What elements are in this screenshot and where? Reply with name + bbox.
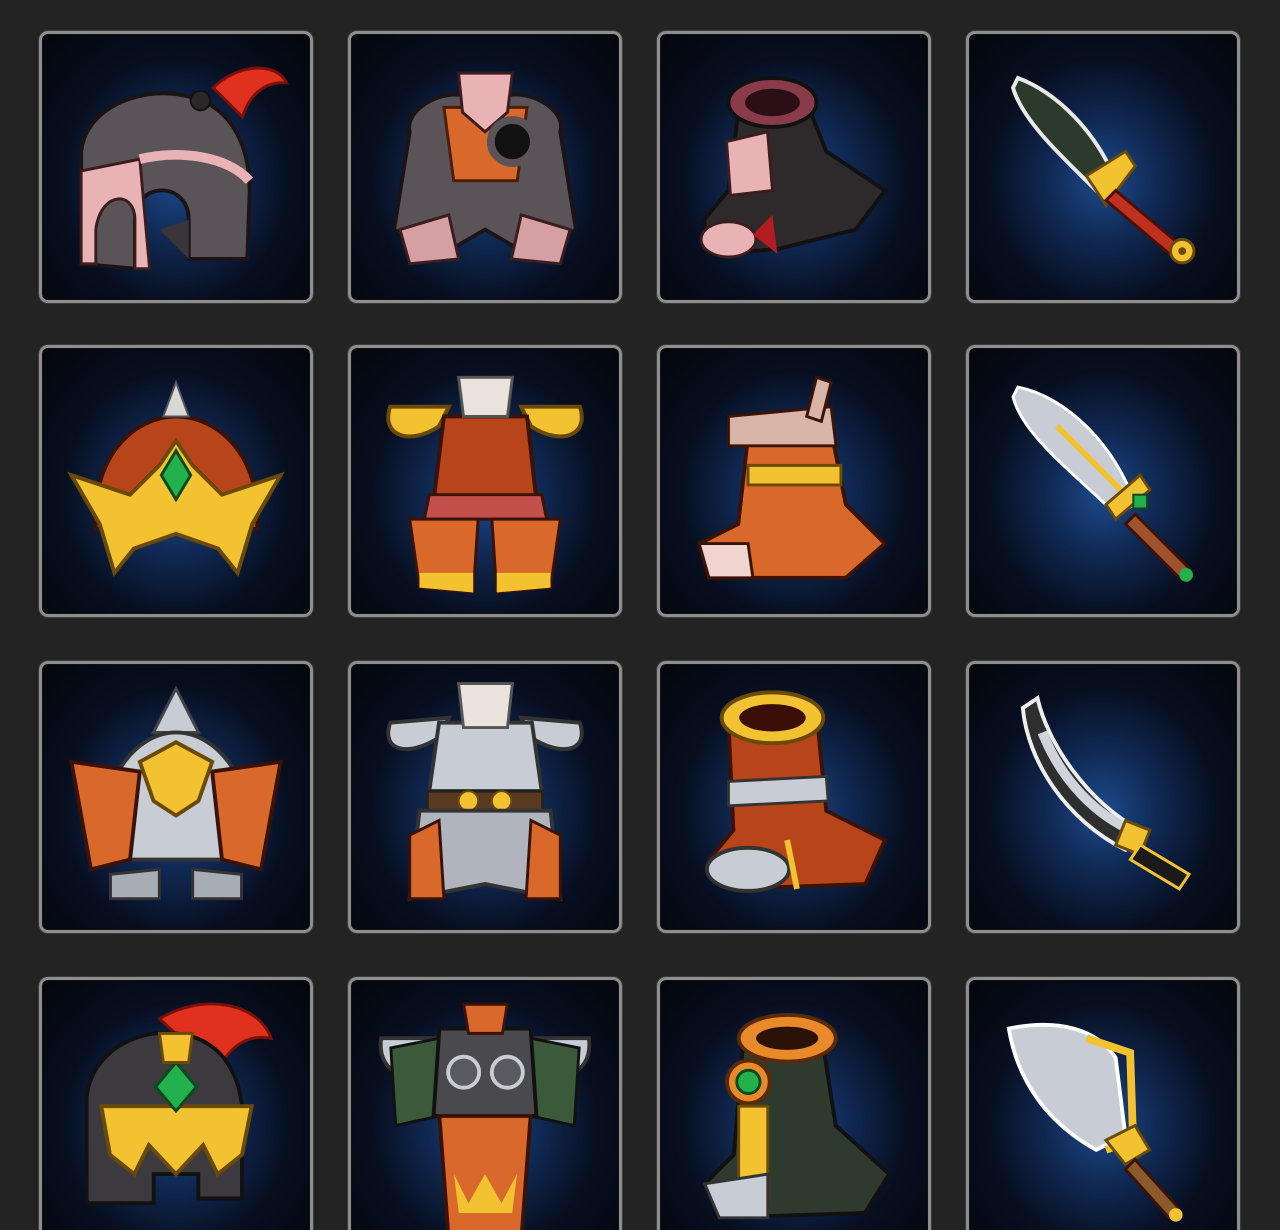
slot-iron-boot[interactable] bbox=[657, 31, 931, 303]
gold-hilt-dagger-icon bbox=[1010, 75, 1196, 265]
slot-iron-chest-armor[interactable] bbox=[348, 31, 622, 303]
slot-wrapped-leather-boot[interactable] bbox=[657, 345, 931, 617]
iron-boot-icon bbox=[699, 76, 888, 259]
slot-gold-rim-boot[interactable] bbox=[657, 661, 931, 933]
curved-machete-icon bbox=[1020, 695, 1192, 891]
slot-emerald-steel-sword[interactable] bbox=[966, 345, 1240, 617]
emerald-steel-sword-icon bbox=[1011, 385, 1193, 582]
jade-demon-armor-icon bbox=[378, 1002, 592, 1230]
equipment-grid bbox=[0, 0, 1280, 1230]
slot-royal-plumed-helmet[interactable] bbox=[39, 977, 313, 1230]
iron-chest-armor-icon bbox=[391, 71, 579, 266]
royal-plumed-helmet-icon bbox=[84, 1002, 274, 1206]
wrapped-leather-boot-icon bbox=[696, 375, 888, 580]
slot-curved-machete[interactable] bbox=[966, 661, 1240, 933]
jade-gem-boot-icon bbox=[702, 1013, 892, 1220]
emerald-crown-helmet-icon bbox=[67, 379, 285, 578]
slot-jade-demon-armor[interactable] bbox=[348, 977, 622, 1230]
slot-silver-scale-armor[interactable] bbox=[348, 661, 622, 933]
slot-broad-cleaver-blade[interactable] bbox=[966, 977, 1240, 1230]
slot-eagle-crest-helmet[interactable] bbox=[39, 661, 313, 933]
slot-iron-plumed-helmet[interactable] bbox=[39, 31, 313, 303]
broad-cleaver-blade-icon bbox=[1006, 1022, 1183, 1222]
gold-rim-boot-icon bbox=[705, 690, 888, 893]
slot-orange-horned-armor[interactable] bbox=[348, 345, 622, 617]
slot-jade-gem-boot[interactable] bbox=[657, 977, 931, 1230]
slot-gold-hilt-dagger[interactable] bbox=[966, 31, 1240, 303]
orange-horned-armor-icon bbox=[386, 375, 584, 595]
eagle-crest-helmet-icon bbox=[68, 685, 284, 901]
slot-emerald-crown-helmet[interactable] bbox=[39, 345, 313, 617]
silver-scale-armor-icon bbox=[386, 682, 584, 902]
iron-plumed-helmet-icon bbox=[79, 66, 289, 271]
